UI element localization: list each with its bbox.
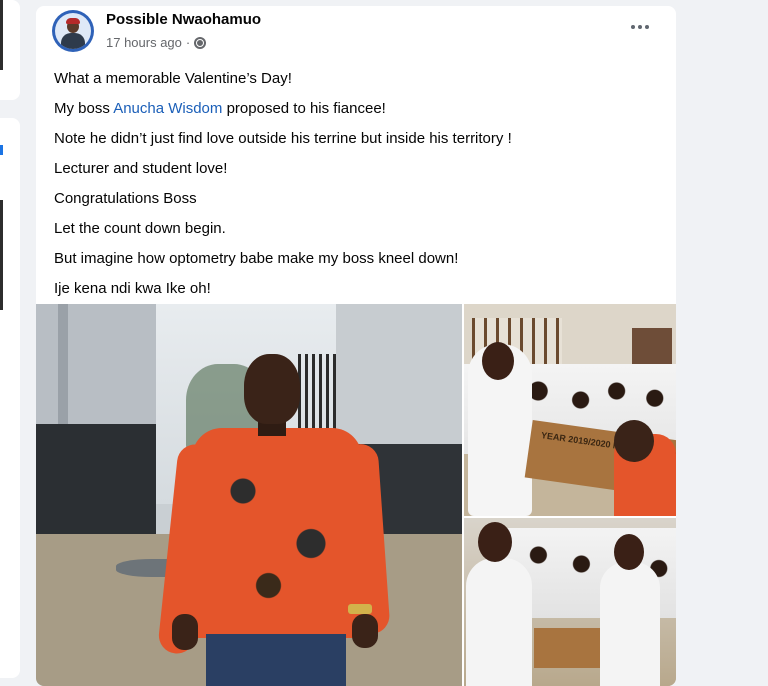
post-text: What a memorable Valentine’s Day! My bos… [54, 64, 664, 304]
globe-icon[interactable] [194, 36, 207, 49]
post-line: What a memorable Valentine’s Day! [54, 70, 292, 87]
post-meta: 17 hours ago · [106, 35, 207, 50]
more-options-icon [626, 16, 654, 29]
more-options-button[interactable] [626, 16, 654, 40]
left-column-card-bottom [0, 118, 20, 678]
post-line: Ije kena ndi kwa Ike oh! [54, 280, 211, 297]
photo-grid: YEAR 2019/2020 MED... RETFUND NORMAL INT… [36, 304, 676, 686]
photo-proposal-classroom[interactable]: YEAR 2019/2020 MED... RETFUND NORMAL INT… [464, 304, 676, 516]
post-line: Lecturer and student love! [54, 160, 228, 177]
post-timestamp[interactable]: 17 hours ago [106, 35, 182, 50]
post-header: Possible Nwaohamuo 17 hours ago · [36, 6, 676, 62]
left-column-card-top [0, 0, 20, 100]
post-line: Congratulations Boss [54, 190, 197, 207]
author-name[interactable]: Possible Nwaohamuo [106, 11, 261, 28]
post-line: Note he didn’t just find love outside hi… [54, 130, 512, 147]
facebook-post: Possible Nwaohamuo 17 hours ago · What a… [36, 6, 676, 686]
left-column-image-edge [0, 200, 3, 310]
post-line: My boss Anucha Wisdom proposed to his fi… [54, 100, 386, 117]
left-column-edge [0, 0, 3, 70]
post-line: But imagine how optometry babe make my b… [54, 250, 459, 267]
mention-link[interactable]: Anucha Wisdom [113, 100, 222, 117]
meta-dot: · [185, 35, 191, 50]
left-column-link-marker [0, 145, 3, 155]
photo-students-celebrating[interactable] [464, 518, 676, 686]
author-avatar[interactable] [52, 10, 94, 52]
photo-man-orange-shirt[interactable] [36, 304, 462, 686]
post-line: Let the count down begin. [54, 220, 226, 237]
right-panel [676, 0, 768, 668]
